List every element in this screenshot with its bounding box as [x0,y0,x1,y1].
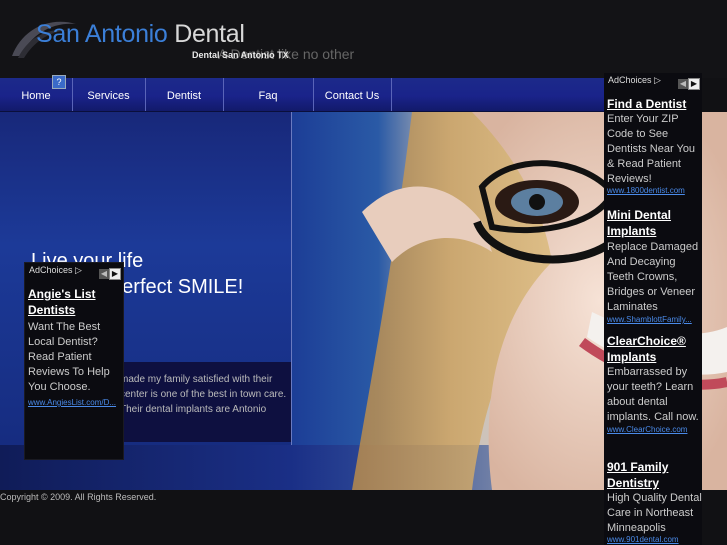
ad-url[interactable]: www.AngiesList.com/D... [28,398,122,407]
ad-title[interactable]: 901 Family Dentistry [607,459,701,491]
left-ad-box[interactable]: AdChoices ▷ ◀ ▶ Angie's List Dentists Wan… [24,262,124,460]
ad-url[interactable]: www.1800dentist.com [607,186,702,195]
main-nav: Home Services Dentist Faq Contact Us [0,78,605,112]
ad-title[interactable]: Find a Dentist [607,96,701,112]
ad-body: Want The Best Local Dentist? Read Patien… [28,321,110,393]
adchoices-text: AdChoices [608,75,652,85]
ad-url[interactable]: www.ShamblottFamily... [607,315,702,324]
adchoices-icon: ▷ [654,75,661,85]
hero-divider [291,112,292,445]
ad-nav: ◀ ▶ [99,263,121,281]
site-logo[interactable]: San Antonio Dental [36,20,245,49]
adchoices-label[interactable]: AdChoices ▷ [608,75,661,86]
help-icon[interactable]: ? [52,75,66,89]
ad-prev-icon[interactable]: ◀ [678,79,688,89]
right-ad-column: AdChoices ▷ ◀ ▶ Find a Dentist Enter Your… [604,73,702,545]
nav-item-faq[interactable]: Faq [223,78,314,111]
ad-body: Enter Your ZIP Code to See Dentists Near… [607,113,696,185]
logo-text-part1: San Antonio [36,20,168,48]
nav-item-contact-us[interactable]: Contact Us [313,78,392,111]
testimonial-box: made my family satisfied with their cent… [110,362,291,442]
ad-nav: ◀ ▶ [678,73,700,91]
ad-next-icon[interactable]: ▶ [688,78,700,90]
ad-title[interactable]: ClearChoice® Implants [607,333,701,365]
ad-body: High Quality Dental Care in Northeast Mi… [607,492,702,534]
ad-title[interactable]: Mini Dental Implants [607,207,701,239]
ad-prev-icon[interactable]: ◀ [99,269,109,279]
ad-body: Embarrassed by your teeth? Learn about d… [607,366,699,423]
ad-title[interactable]: Angie's List Dentists [28,286,120,318]
copyright: Copyright © 2009. All Rights Reserved. [0,492,157,502]
nav-item-services[interactable]: Services [72,78,146,111]
ad-url[interactable]: www.ClearChoice.com [607,425,702,434]
adchoices-icon: ▷ [75,265,82,275]
tagline-overlay: Dental San Antonio TX [192,50,289,60]
ad-url[interactable]: www.901dental.com [607,535,702,544]
adchoices-label[interactable]: AdChoices ▷ [29,265,82,276]
ad-body: Replace Damaged And Decaying Teeth Crown… [607,241,699,313]
ad-next-icon[interactable]: ▶ [109,268,121,280]
logo-text-part2: Dental [167,20,245,48]
nav-item-dentist[interactable]: Dentist [145,78,224,111]
adchoices-text: AdChoices [29,265,73,275]
